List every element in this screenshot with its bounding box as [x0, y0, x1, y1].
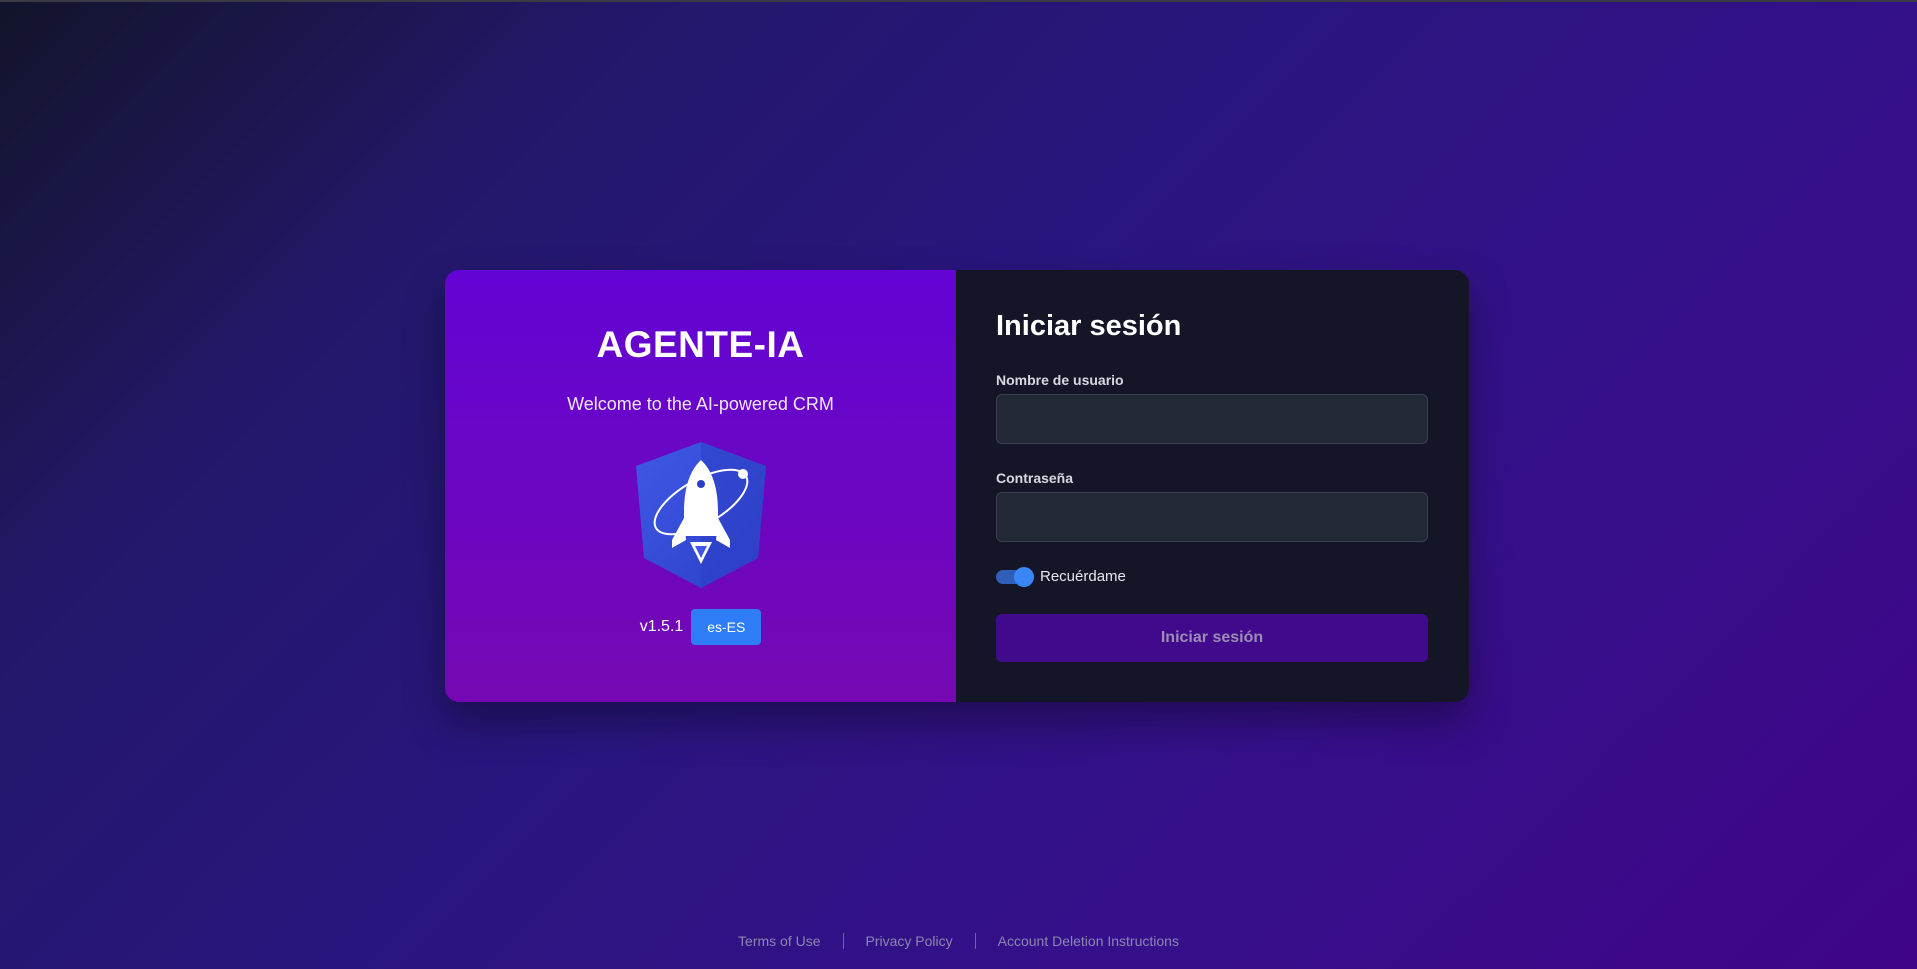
- password-label: Contraseña: [996, 470, 1074, 486]
- login-submit-button[interactable]: Iniciar sesión: [996, 614, 1428, 662]
- login-title: Iniciar sesión: [996, 310, 1182, 342]
- toggle-knob: [1014, 566, 1034, 587]
- account-deletion-link[interactable]: Account Deletion Instructions: [976, 933, 1201, 949]
- footer: Terms of Use Privacy Policy Account Dele…: [0, 933, 1917, 949]
- username-label: Nombre de usuario: [996, 372, 1124, 388]
- app-name: AGENTE-IA: [596, 324, 805, 365]
- version-row: v1.5.1 es-ES: [445, 609, 956, 645]
- username-input[interactable]: [996, 394, 1428, 444]
- login-card: AGENTE-IA Welcome to the AI-powered CRM …: [445, 270, 1469, 702]
- top-border: [0, 0, 1917, 2]
- remember-me-label: Recuérdame: [1040, 568, 1126, 585]
- remember-me-row: Recuérdame: [996, 566, 1126, 587]
- version-label: v1.5.1: [639, 618, 684, 635]
- tagline: Welcome to the AI-powered CRM: [567, 394, 834, 414]
- terms-of-use-link[interactable]: Terms of Use: [716, 933, 842, 949]
- rocket-shield-icon: [636, 442, 766, 588]
- privacy-policy-link[interactable]: Privacy Policy: [844, 933, 975, 949]
- remember-me-toggle[interactable]: [996, 566, 1034, 587]
- login-panel: Iniciar sesión Nombre de usuario Contras…: [956, 270, 1469, 702]
- branding-panel: AGENTE-IA Welcome to the AI-powered CRM …: [445, 270, 956, 702]
- language-button[interactable]: es-ES: [691, 609, 762, 645]
- password-input[interactable]: [996, 492, 1428, 542]
